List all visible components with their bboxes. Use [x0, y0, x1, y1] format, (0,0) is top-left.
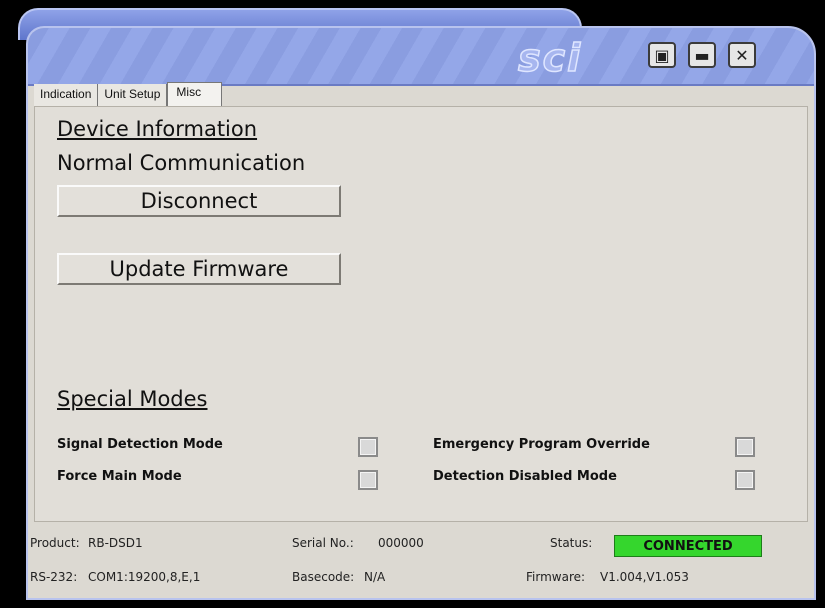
rs232-value: COM1:19200,8,E,1 [88, 570, 201, 584]
serial-label: Serial No.: [292, 536, 354, 550]
firmware-label: Firmware: [526, 570, 586, 584]
signal-detection-mode-label: Signal Detection Mode [57, 437, 223, 452]
rs232-label: RS-232: [30, 570, 78, 584]
device-information-heading: Device Information [57, 117, 258, 141]
app-window: sci ▣ ▬ ✕ Indication Unit Setup Misc Dev… [26, 26, 816, 600]
detection-disabled-mode-label: Detection Disabled Mode [433, 469, 617, 484]
restore-button[interactable]: ▣ [648, 42, 676, 68]
signal-detection-mode-checkbox[interactable] [358, 437, 378, 457]
sci-logo: sci [517, 35, 583, 81]
tab-indication[interactable]: Indication [34, 84, 99, 106]
tab-bar: Indication Unit Setup Misc [34, 82, 223, 106]
tab-unit-setup[interactable]: Unit Setup [98, 84, 168, 106]
connection-status-badge: CONNECTED [614, 535, 762, 557]
title-bar[interactable]: sci ▣ ▬ ✕ [28, 28, 814, 86]
communication-status-text: Normal Communication [57, 151, 306, 175]
firmware-value: V1.004,V1.053 [600, 570, 689, 584]
product-label: Product: [30, 536, 80, 550]
detection-disabled-mode-checkbox[interactable] [735, 470, 755, 490]
basecode-value: N/A [364, 570, 386, 584]
force-main-mode-label: Force Main Mode [57, 469, 182, 484]
force-main-mode-checkbox[interactable] [358, 470, 378, 490]
disconnect-button[interactable]: Disconnect [57, 185, 341, 217]
minimize-button[interactable]: ▬ [688, 42, 716, 68]
special-modes-heading: Special Modes [57, 387, 208, 411]
tab-misc[interactable]: Misc [167, 82, 223, 106]
basecode-label: Basecode: [292, 570, 355, 584]
emergency-program-override-checkbox[interactable] [735, 437, 755, 457]
emergency-program-override-label: Emergency Program Override [433, 437, 650, 452]
status-row-2: RS-232: COM1:19200,8,E,1 Basecode: N/A F… [30, 562, 808, 592]
status-row-1: Product: RB-DSD1 Serial No.: 000000 Stat… [30, 528, 808, 558]
status-bar: Product: RB-DSD1 Serial No.: 000000 Stat… [30, 524, 808, 594]
app-frame: sci ▣ ▬ ✕ Indication Unit Setup Misc Dev… [0, 0, 825, 608]
update-firmware-button[interactable]: Update Firmware [57, 253, 341, 285]
product-value: RB-DSD1 [88, 536, 143, 550]
misc-panel: Device Information Normal Communication … [34, 106, 808, 522]
serial-value: 000000 [378, 536, 424, 550]
close-button[interactable]: ✕ [728, 42, 756, 68]
status-label: Status: [550, 536, 593, 550]
